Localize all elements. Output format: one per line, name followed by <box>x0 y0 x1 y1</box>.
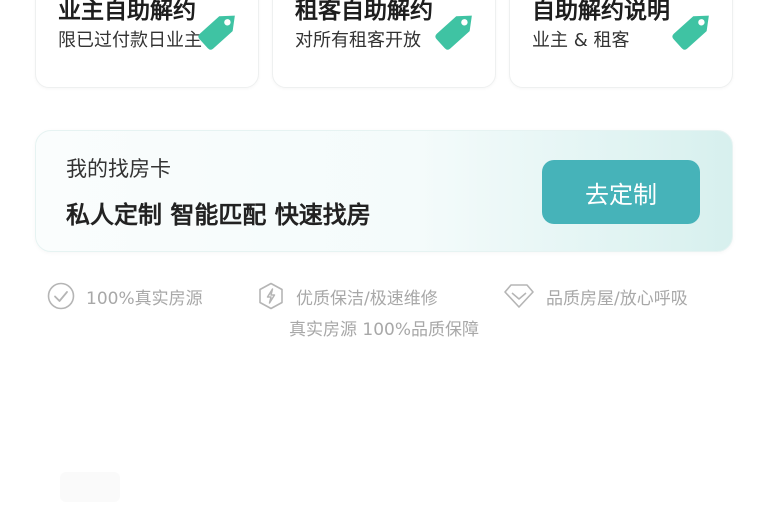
feature-label: 优质保洁/极速维修 <box>296 288 438 309</box>
card-subtitle: 对所有租客开放 <box>295 30 421 51</box>
guarantee-text: 真实房源 100%品质保障 <box>288 320 479 340</box>
tag-icon <box>198 15 235 50</box>
feature-cleaning-repair: 优质保洁/极速维修 <box>256 281 438 311</box>
tag-icon <box>435 15 472 50</box>
feature-authentic-listings: 100%真实房源 <box>46 281 203 311</box>
card-title: 自助解约说明 <box>532 0 670 24</box>
house-finder-card[interactable]: 我的找房卡 私人定制 智能匹配 快速找房 去定制 <box>35 130 733 252</box>
card-subtitle: 业主 & 租客 <box>532 30 630 51</box>
tag-icon <box>672 15 709 50</box>
check-circle-icon <box>47 282 75 310</box>
feature-label: 100%真实房源 <box>86 288 203 309</box>
finder-card-slogan: 私人定制 智能匹配 快速找房 <box>66 201 371 229</box>
faded-footer-element <box>60 472 120 502</box>
tenant-cancel-card[interactable]: 租客自助解约 对所有租客开放 <box>272 0 496 88</box>
card-title: 业主自助解约 <box>58 0 196 24</box>
finder-card-label: 我的找房卡 <box>66 157 171 181</box>
card-subtitle: 限已过付款日业主 <box>58 30 202 51</box>
diamond-icon <box>504 284 534 308</box>
card-title: 租客自助解约 <box>295 0 433 24</box>
customize-button[interactable]: 去定制 <box>542 160 700 224</box>
cancel-instructions-card[interactable]: 自助解约说明 业主 & 租客 <box>509 0 733 88</box>
feature-quality-housing: 品质房屋/放心呼吸 <box>502 281 688 311</box>
owner-cancel-card[interactable]: 业主自助解约 限已过付款日业主 <box>35 0 259 88</box>
feature-label: 品质房屋/放心呼吸 <box>546 288 688 309</box>
lightning-shield-icon <box>259 282 283 310</box>
